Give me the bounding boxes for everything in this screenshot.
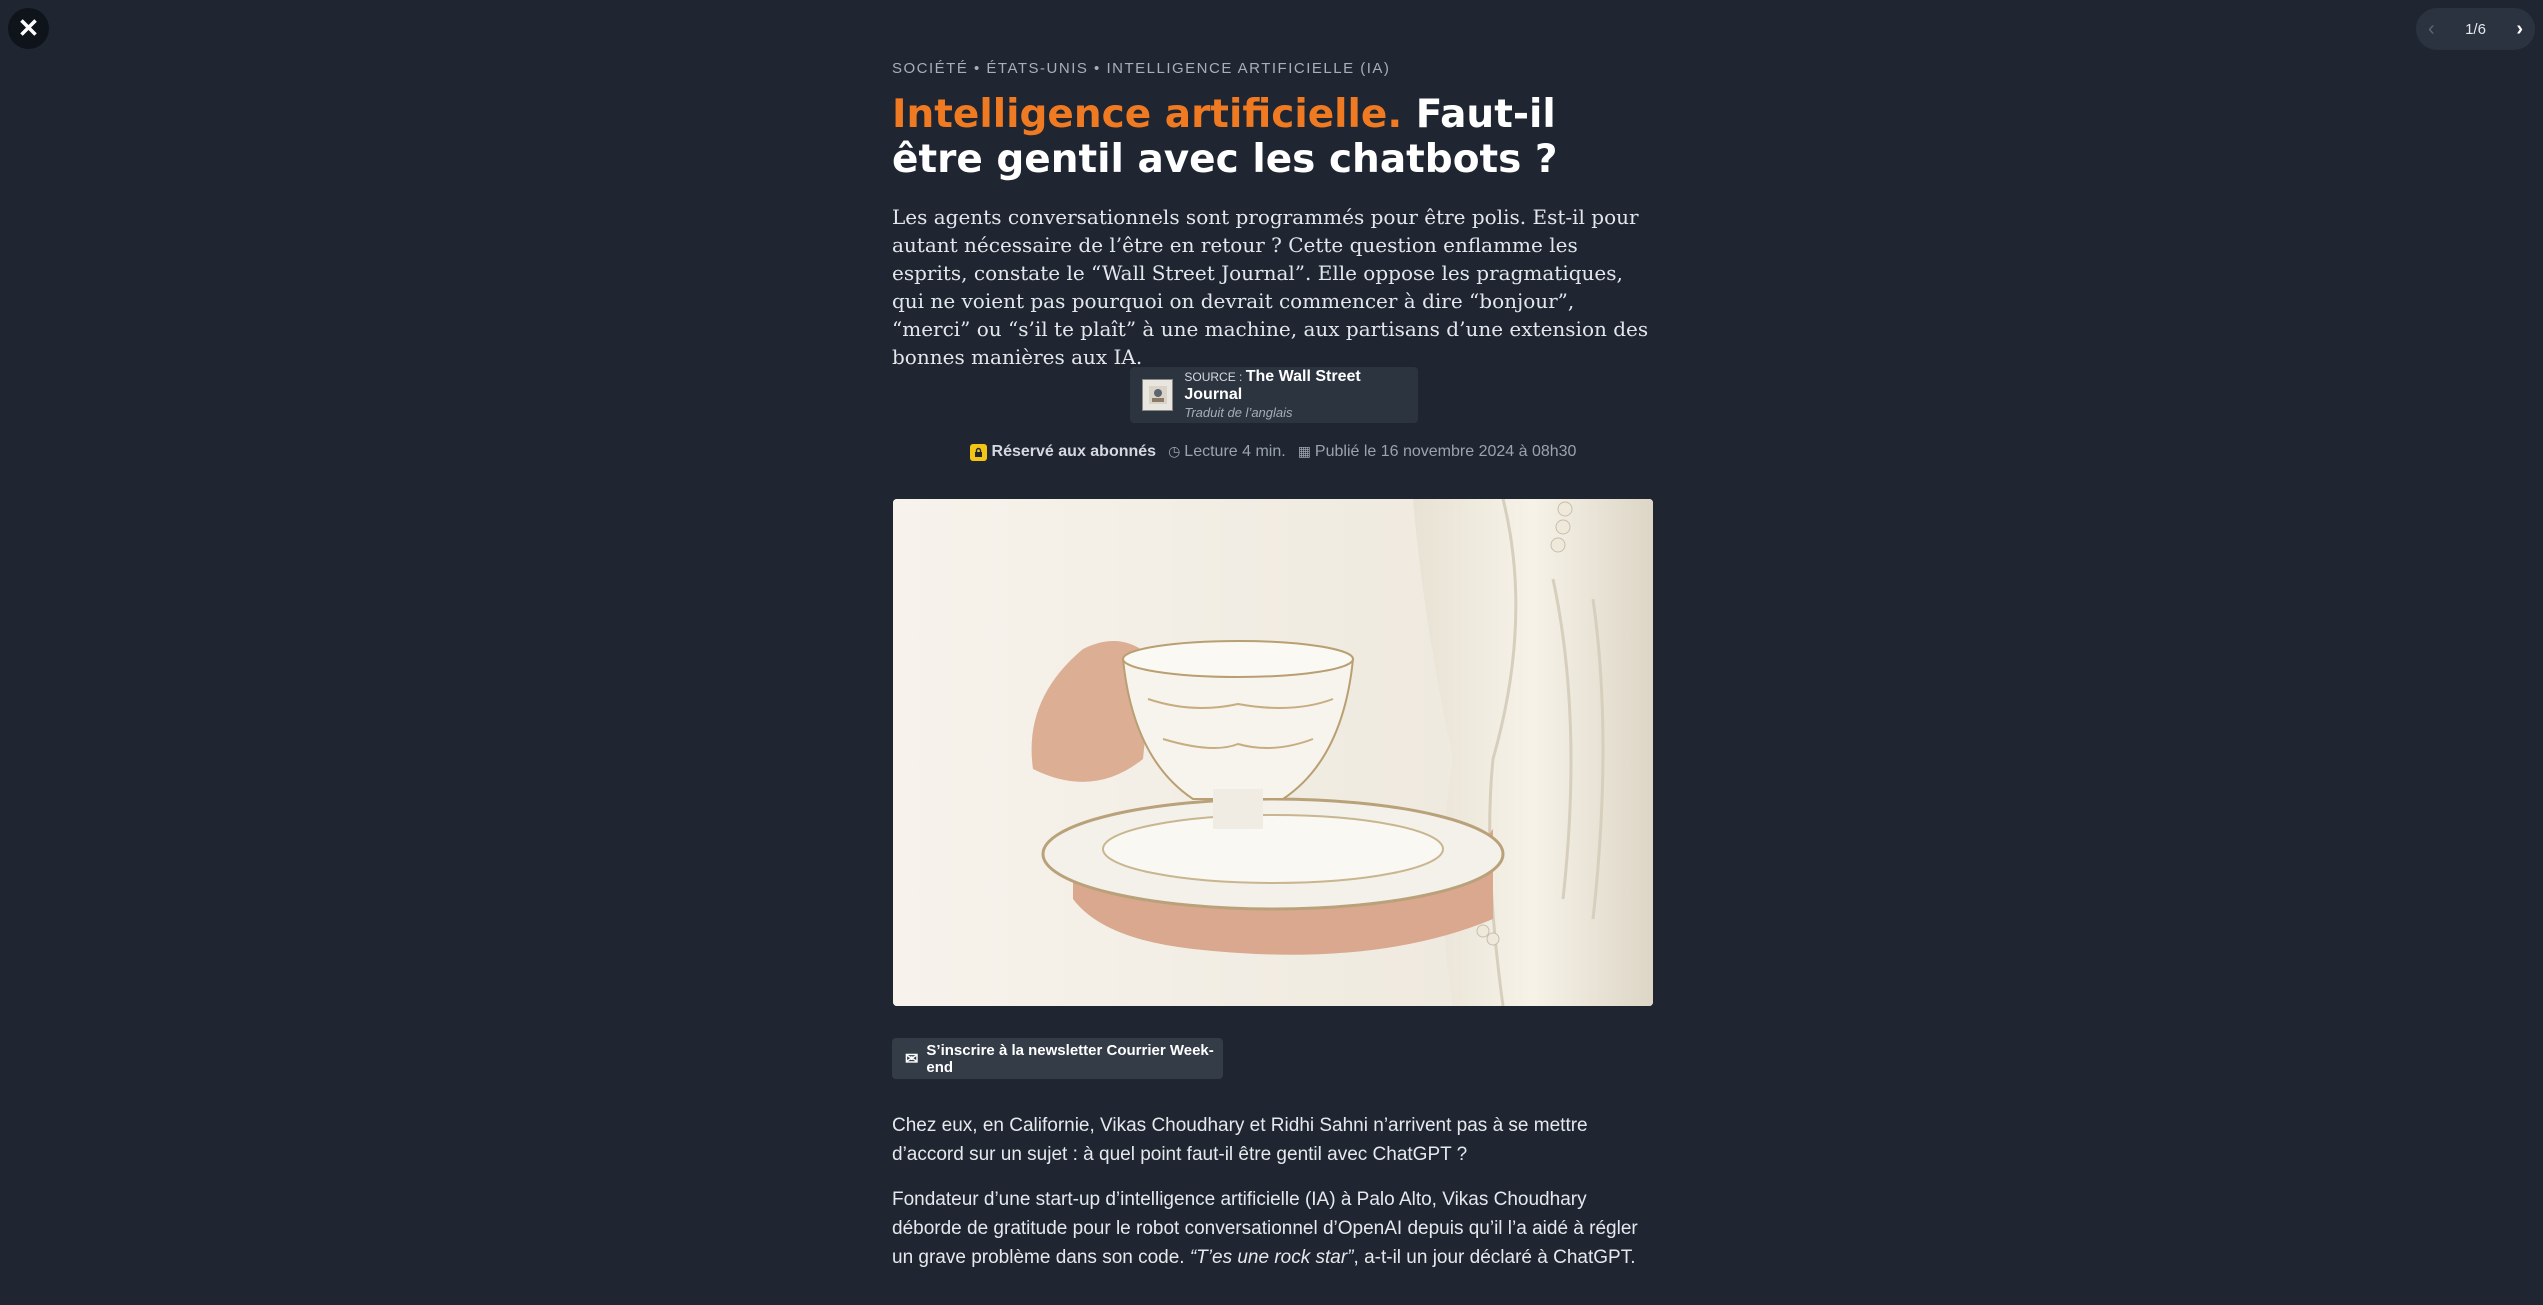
chevron-left-icon[interactable]: ‹: [2428, 18, 2435, 41]
clock-icon: ◷: [1168, 443, 1181, 459]
reading-label: Lecture 4 min.: [1184, 443, 1286, 460]
reading-time: ◷ Lecture 4 min.: [1168, 443, 1286, 461]
chevron-right-icon[interactable]: ›: [2516, 18, 2523, 41]
calendar-icon: ▦: [1297, 443, 1311, 459]
source-translated: Traduit de l’anglais: [1184, 405, 1293, 420]
source-logo: [1142, 379, 1174, 411]
subscribers-label: Réservé aux abonnés: [991, 443, 1157, 460]
pager-count: 1/6: [2465, 20, 2486, 38]
paragraph-2-quote: “T’es une rock star”: [1189, 1247, 1354, 1268]
article-paragraph-2: Fondateur d’une start-up d’intelligence …: [892, 1185, 1654, 1272]
close-icon: ✕: [17, 13, 40, 43]
article-meta: Réservé aux abonnés ◷ Lecture 4 min. ▦ Pub…: [892, 443, 1654, 461]
source-box[interactable]: SOURCE : The Wall Street Journal Traduit…: [1130, 367, 1418, 423]
source-prefix: SOURCE :: [1184, 370, 1246, 384]
close-button[interactable]: ✕: [8, 8, 49, 49]
lock-icon: [969, 443, 987, 461]
publish-date: ▦ Publié le 16 novembre 2024 à 08h30: [1298, 443, 1577, 461]
publish-label: Publié le 16 novembre 2024 à 08h30: [1314, 443, 1577, 460]
article-kicker: SOCIÉTÉ • ÉTATS-UNIS • INTELLIGENCE ARTI…: [892, 60, 1391, 77]
article-headline: Intelligence artificielle. Faut-il être …: [892, 92, 1654, 182]
newsletter-button[interactable]: ✉ S’inscrire à la newsletter Courrier We…: [892, 1038, 1223, 1079]
pager: ‹ 1/6 ›: [2416, 8, 2535, 50]
article-paragraph-1: Chez eux, en Californie, Vikas Choudhary…: [892, 1115, 1588, 1165]
subscribers-badge: Réservé aux abonnés: [969, 443, 1157, 461]
envelope-icon: ✉: [905, 1050, 919, 1068]
hero-image: [893, 499, 1653, 1006]
paragraph-2-end: , a-t-il un jour déclaré à ChatGPT.: [1353, 1247, 1636, 1268]
newsletter-label: S’inscrire à la newsletter Courrier Week…: [926, 1041, 1214, 1076]
article-lede: Les agents conversationnels sont program…: [892, 205, 1649, 369]
headline-accent: Intelligence artificielle.: [892, 92, 1403, 137]
